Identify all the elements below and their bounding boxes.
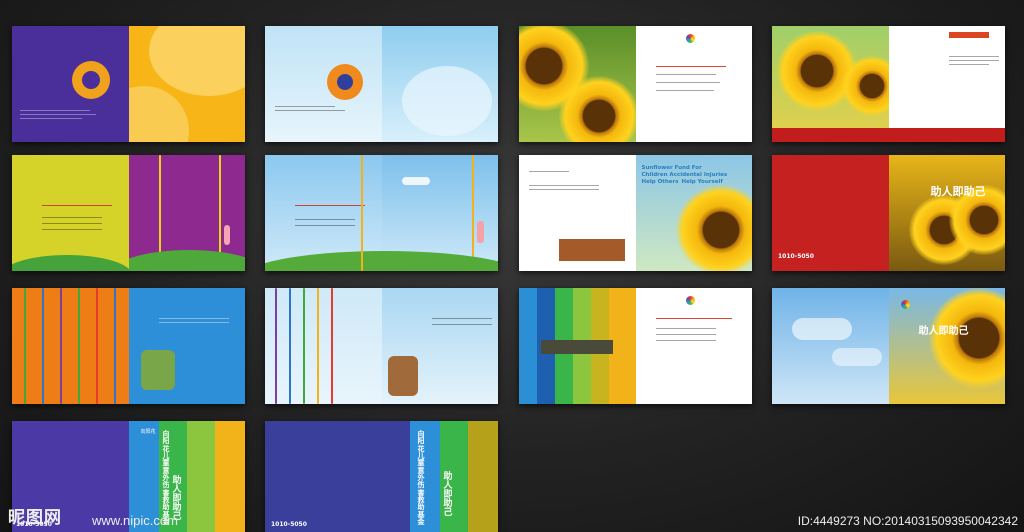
spread-right-page: 向阳花儿童意外伤害救助基金 助人即助己: [381, 421, 498, 532]
children-illustration: [140, 350, 175, 390]
children-illustration: [387, 356, 418, 396]
hotline-text: 1010-5050: [778, 253, 814, 260]
brochure-spread-7: Sunflower Fund For Children Accidental I…: [519, 155, 752, 271]
cover-title: 助人即助己: [930, 185, 986, 198]
spread-left-page: [12, 26, 129, 142]
nipic-brand-watermark: 昵图网: [8, 508, 62, 528]
spread-right-page: [128, 26, 245, 142]
headline-line-3: Help Others: [641, 179, 679, 185]
nipic-url-watermark: www.nipic.com: [92, 513, 178, 528]
image-id-watermark: ID:4449273 NO:20140315093950042342: [797, 514, 1018, 528]
brochure-spread-9: [12, 288, 245, 404]
girl-figure: [223, 225, 230, 245]
spread-left-page: [12, 155, 129, 271]
brochure-spread-11: [519, 288, 752, 404]
spread-right-page: [128, 155, 245, 271]
brochure-spread-4: [772, 26, 1005, 142]
spread-right-page: [381, 288, 498, 404]
cover-title: 助人即助己: [918, 326, 969, 337]
spread-left-page: [265, 421, 382, 532]
vertical-slogan: 助人即助己: [443, 472, 453, 518]
brochure-spread-1: [12, 26, 245, 142]
spread-right-page: Sunflower Fund For Children Accidental I…: [635, 155, 752, 271]
spread-left-page: [265, 26, 382, 142]
brochure-spread-5: [12, 155, 245, 271]
brochure-spread-14: 向阳花儿童意外伤害救助基金 助人即助己 1010-5050: [265, 421, 498, 532]
brochure-spread-12: 助人即助己: [772, 288, 1005, 404]
spread-right-page: [635, 26, 752, 142]
spread-left-page: [772, 26, 889, 142]
spread-left-page: [265, 288, 382, 404]
spread-left-page: [519, 288, 636, 404]
spread-left-page: [772, 288, 889, 404]
brochure-spread-6: [265, 155, 498, 271]
spread-left-page: [519, 155, 636, 271]
spread-left-page: [519, 26, 636, 142]
spread-left-page: [12, 288, 129, 404]
red-footer-band: [772, 128, 1005, 142]
spread-right-page: [128, 288, 245, 404]
pinwheel-logo-icon: [900, 300, 910, 309]
spread-right-page: 助人即助己: [888, 288, 1005, 404]
spread-right-page: [381, 26, 498, 142]
pinwheel-logo-icon: [685, 34, 695, 43]
headline-line-2: Children Accidental Injuries: [641, 172, 728, 178]
brochure-spread-2: [265, 26, 498, 142]
girl-figure: [476, 221, 484, 243]
vertical-title: 向阳花儿童意外伤害救助基金: [417, 430, 425, 527]
sunflower-photo: [675, 185, 752, 271]
hotline-text: 1010-5050: [271, 521, 307, 528]
caption-bar: [541, 340, 613, 354]
photo-thumbnail: [559, 239, 625, 261]
brand-small-label: 向阳花: [140, 429, 156, 435]
sunflower-photo: [928, 288, 1005, 388]
brochure-spread-10: [265, 288, 498, 404]
spread-right-page: [888, 26, 1005, 142]
spread-right-page: 助人即助己: [888, 155, 1005, 271]
pinwheel-logo-icon: [685, 296, 695, 305]
spread-right-page: [635, 288, 752, 404]
brochure-spread-3: [519, 26, 752, 142]
cloud-icon: [401, 177, 430, 185]
brochure-spread-8: 助人即助己 1010-5050: [772, 155, 1005, 271]
headline-line-1: Sunflower Fund For: [641, 165, 702, 171]
